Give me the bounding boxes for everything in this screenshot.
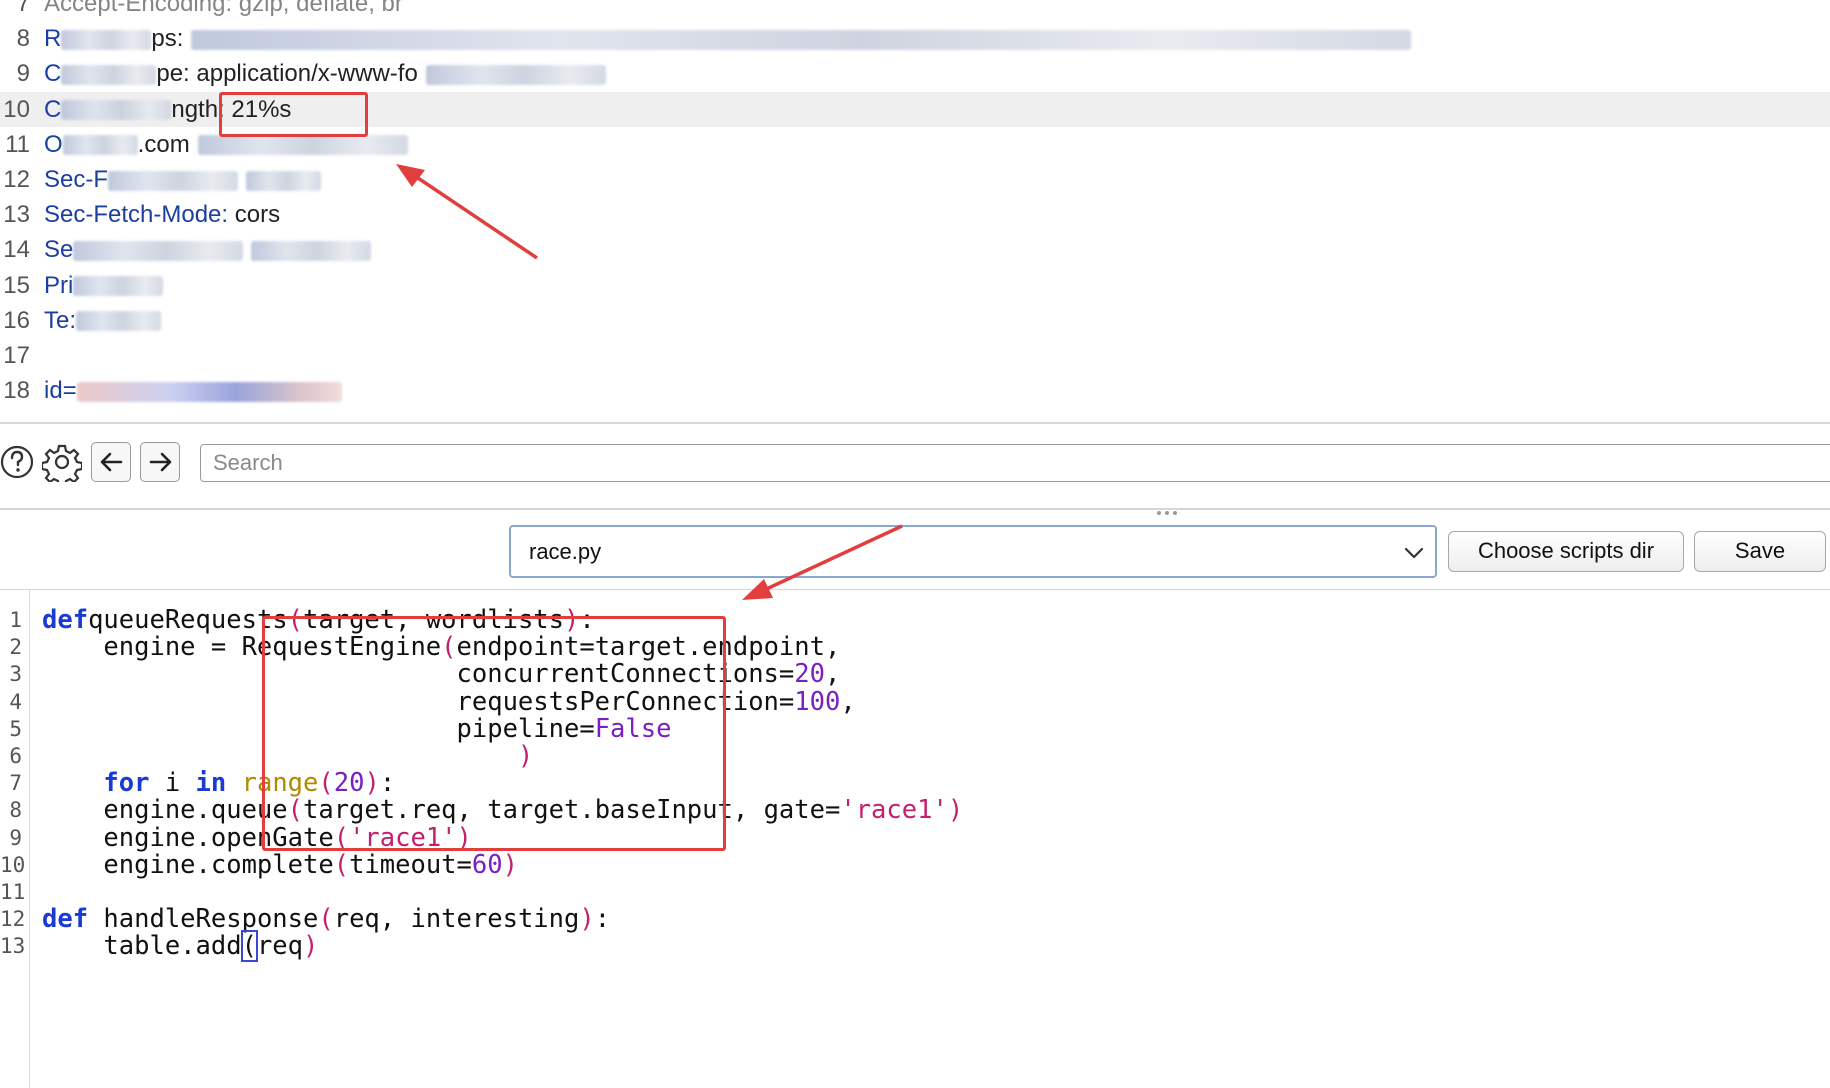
request-line: 9 Cpe: application/x-www-fo <box>0 56 1830 91</box>
line-number: 13 <box>0 934 26 959</box>
code-token: 'race1' <box>840 795 948 826</box>
line-number: 14 <box>3 236 30 264</box>
line-number: 16 <box>3 306 30 334</box>
header-name: Sec-F <box>44 166 109 193</box>
code-token: , <box>840 686 856 717</box>
arrow-left-icon[interactable] <box>91 442 131 482</box>
selected-script: race.py <box>529 539 602 564</box>
line-number: 13 <box>3 201 30 229</box>
resize-handle[interactable] <box>1157 502 1183 515</box>
content-length-highlight <box>219 92 368 137</box>
line-number: 9 <box>16 60 30 88</box>
request-line: 12 Sec-F <box>0 162 1830 197</box>
code-token: ( <box>318 904 334 935</box>
code-token: timeout= <box>349 849 472 880</box>
code-token: ) <box>947 795 964 826</box>
request-line: 14 Se <box>0 232 1830 267</box>
arrow-right-icon[interactable] <box>140 442 180 482</box>
code-token: 100 <box>794 686 841 717</box>
redacted-text <box>61 65 157 86</box>
redacted-text <box>197 135 408 156</box>
chevron-down-icon <box>1404 547 1424 559</box>
line-number: 10 <box>3 95 30 123</box>
redacted-text <box>246 170 322 191</box>
code-token: table.add <box>42 931 242 962</box>
request-engine-highlight <box>262 616 726 851</box>
line-number: 11 <box>5 130 30 158</box>
header-name: C <box>44 60 62 88</box>
request-toolbar <box>0 436 1830 490</box>
redacted-text <box>425 65 606 86</box>
header-name: Te: <box>44 306 77 334</box>
request-line: 13 Sec-Fetch-Mode: cors <box>0 197 1830 232</box>
line-number: 7 <box>16 0 30 17</box>
request-line: 15 Pri <box>0 268 1830 303</box>
code-token: engine.complete <box>42 849 334 880</box>
code-text: table.add(req) <box>42 930 319 963</box>
redacted-text <box>191 29 1412 50</box>
request-line: 17 <box>0 338 1830 373</box>
header-value: pe: application/x-www-fo <box>156 60 418 88</box>
save-button[interactable]: Save <box>1694 531 1826 572</box>
header-value: Accept-Encoding: gzip, deflate, br <box>44 0 403 17</box>
request-line: 8 Rps: <box>0 21 1830 56</box>
pane-divider <box>0 508 1830 510</box>
header-name: Pri <box>44 271 74 299</box>
help-icon[interactable] <box>0 442 40 482</box>
request-line: 18 id= <box>0 373 1830 408</box>
request-editor[interactable]: 7 Accept-Encoding: gzip, deflate, br 8 Rps:… <box>0 0 1830 422</box>
redacted-text <box>62 135 138 156</box>
gutter <box>29 590 30 1088</box>
header-name: id= <box>44 377 77 405</box>
redacted-text <box>61 29 152 50</box>
header-name: R <box>44 25 62 53</box>
redacted-text <box>73 276 164 297</box>
redacted-text <box>76 311 162 332</box>
header-name: C <box>44 95 62 123</box>
redacted-text <box>251 241 372 262</box>
choose-scripts-dir-button[interactable]: Choose scripts dir <box>1448 531 1684 572</box>
code-token: ) <box>579 904 595 935</box>
code-token: 60 <box>471 849 503 880</box>
code-text: engine.complete(timeout=60) <box>42 849 518 881</box>
gear-icon[interactable] <box>42 442 82 482</box>
pane-divider <box>0 422 1830 424</box>
line-number: 12 <box>3 166 30 193</box>
code-token: ( <box>240 930 258 963</box>
request-line: 16 Te: <box>0 303 1830 338</box>
code-token: : <box>594 904 611 935</box>
search-input[interactable] <box>200 444 1830 482</box>
header-value: cors <box>228 201 281 229</box>
line-number: 8 <box>16 25 30 53</box>
line-number: 17 <box>3 342 30 369</box>
line-number: 15 <box>3 271 30 299</box>
redacted-text <box>73 241 244 262</box>
code-token: ) <box>502 849 518 880</box>
code-token: ) <box>303 931 319 962</box>
redacted-text <box>61 100 172 121</box>
code-token: req, interesting <box>333 904 580 935</box>
redacted-text <box>76 381 342 402</box>
header-value: .com <box>137 130 190 158</box>
code-token: req <box>256 931 304 962</box>
line-number: 18 <box>3 377 30 405</box>
header-value: ps: <box>151 25 184 53</box>
request-line: 7 Accept-Encoding: gzip, deflate, br <box>0 0 1830 21</box>
header-name: O <box>44 130 63 158</box>
code-token: ( <box>333 849 350 880</box>
redacted-text <box>108 170 239 191</box>
header-name: Se <box>44 236 74 264</box>
header-name: Sec-Fetch-Mode: <box>44 201 229 229</box>
script-selector[interactable]: race.py <box>509 525 1437 578</box>
